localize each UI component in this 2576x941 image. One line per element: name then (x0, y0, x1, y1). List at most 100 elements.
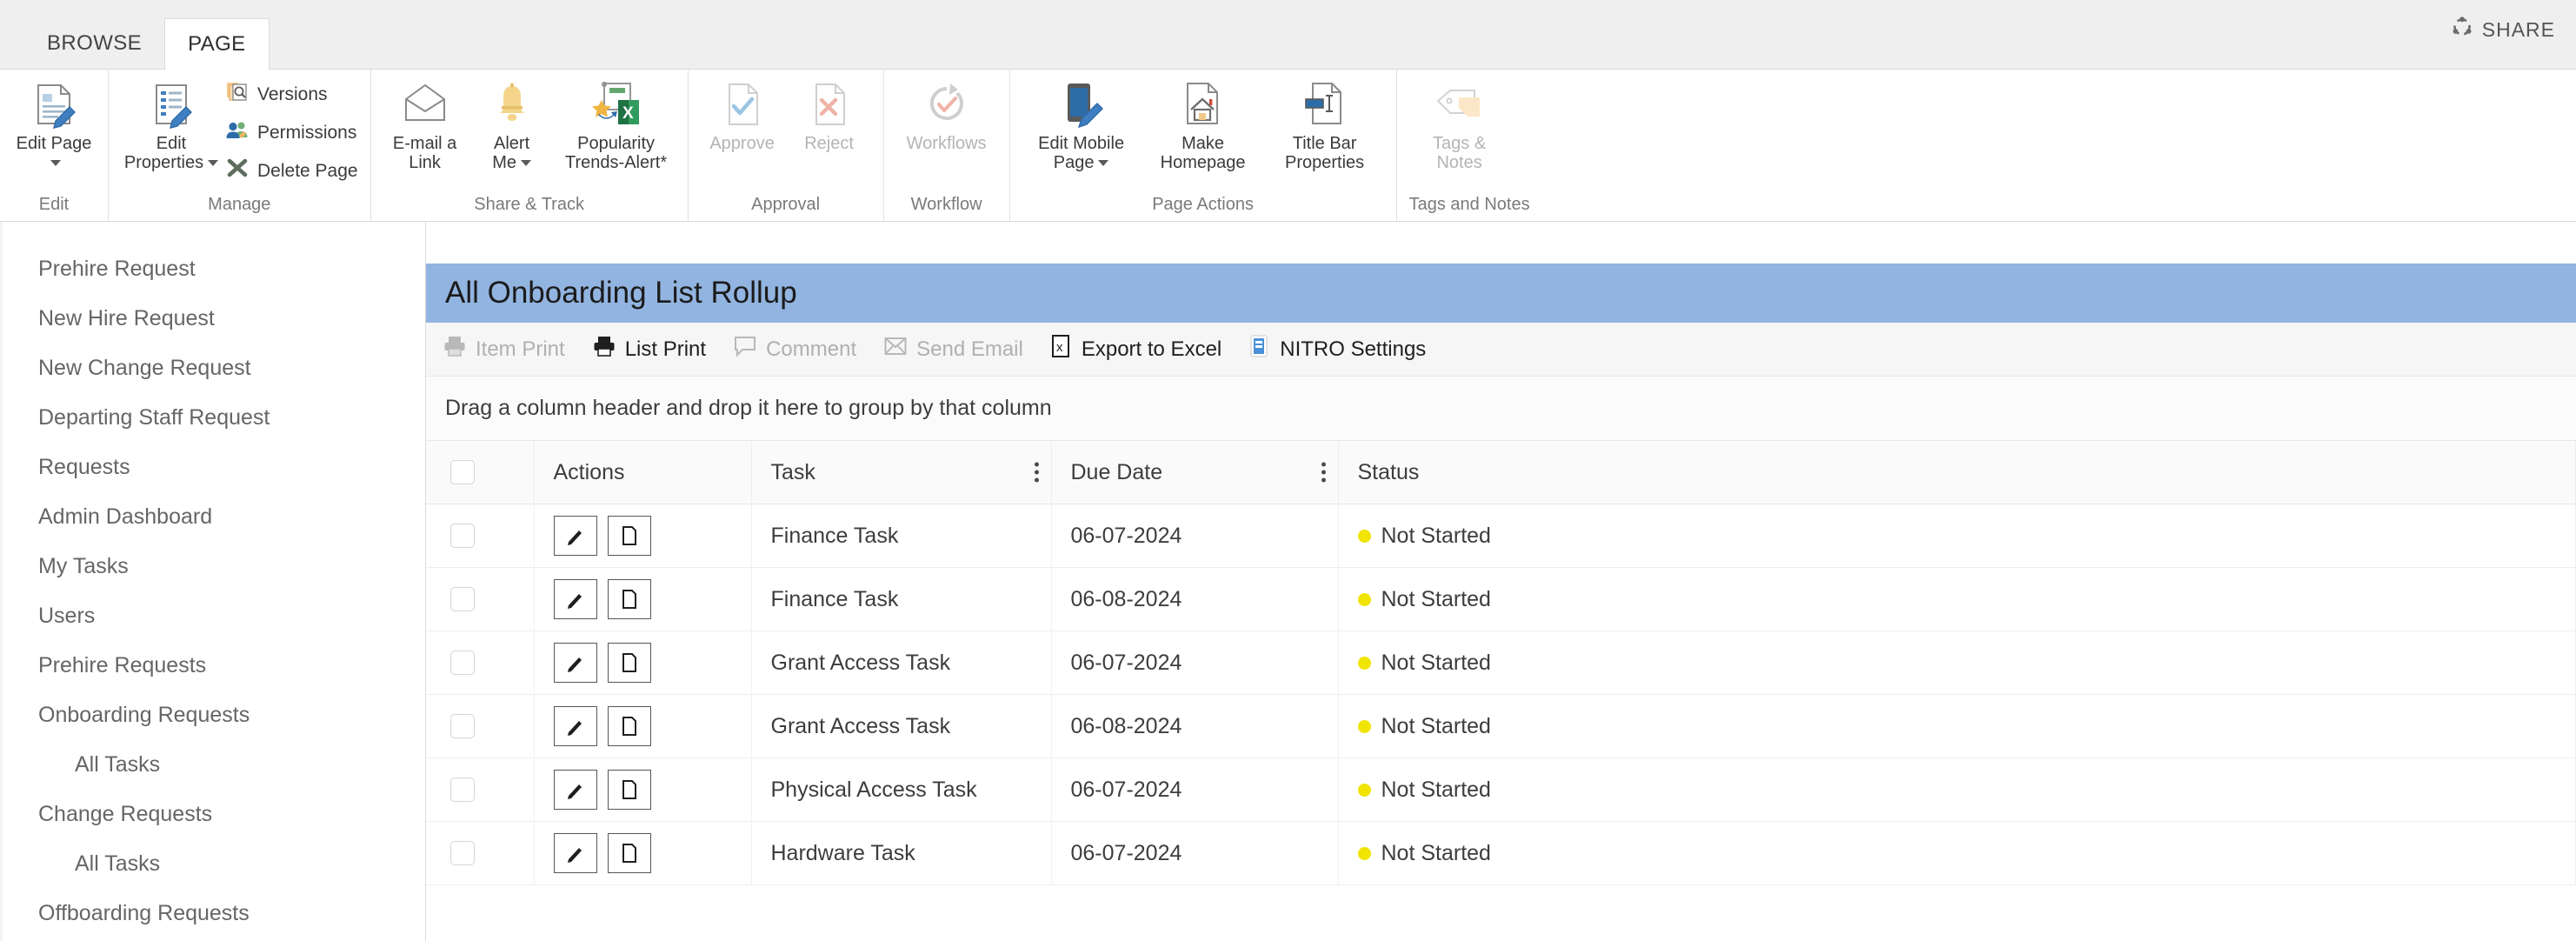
ribbon-group-workflow-label: Workflow (910, 195, 982, 214)
versions-button[interactable]: Versions (225, 80, 358, 110)
export-to-excel-button[interactable]: x Export to Excel (1051, 335, 1237, 364)
table-row[interactable]: Grant Access Task 06-08-2024 Not Started (426, 694, 2576, 758)
view-row-button[interactable] (607, 643, 651, 683)
row-checkbox[interactable] (450, 651, 475, 675)
view-row-button[interactable] (607, 579, 651, 619)
edit-row-button[interactable] (553, 579, 597, 619)
title-bar-properties-button[interactable]: Title Bar Properties (1266, 75, 1384, 172)
row-select-cell[interactable] (426, 504, 535, 568)
row-task-cell: Grant Access Task (751, 694, 1052, 758)
view-row-button[interactable] (607, 706, 651, 746)
ribbon-group-approval-label: Approval (751, 195, 821, 214)
sidebar-item-offboarding-requests[interactable]: Offboarding Requests (0, 889, 425, 938)
edit-row-button[interactable] (553, 770, 597, 810)
view-row-button[interactable] (607, 516, 651, 556)
item-print-button[interactable]: Item Print (443, 336, 581, 363)
edit-page-label: Edit Page (17, 134, 91, 172)
sidebar-item-requests[interactable]: Requests (0, 443, 425, 492)
group-by-dropzone[interactable]: Drag a column header and drop it here to… (426, 377, 2576, 441)
select-all-checkbox[interactable] (450, 460, 475, 484)
row-select-cell[interactable] (426, 567, 535, 631)
sidebar-item-prehire-requests[interactable]: Prehire Requests (0, 641, 425, 691)
sidebar-item-change-all-tasks[interactable]: All Tasks (0, 839, 425, 889)
sidebar-item-admin-dashboard[interactable]: Admin Dashboard (0, 492, 425, 542)
row-due-cell: 06-07-2024 (1051, 504, 1339, 568)
sidebar-item-onboarding-all-tasks[interactable]: All Tasks (0, 740, 425, 790)
permissions-label: Permissions (257, 123, 357, 143)
table-row[interactable]: Finance Task 06-08-2024 Not Started (426, 567, 2576, 631)
chevron-down-icon[interactable] (208, 160, 219, 167)
popularity-trends-icon: X (590, 78, 642, 130)
column-menu-icon[interactable] (1034, 462, 1039, 483)
header-due-date[interactable]: Due Date (1051, 441, 1339, 504)
sidebar-item-my-tasks[interactable]: My Tasks (0, 542, 425, 591)
row-checkbox[interactable] (450, 524, 475, 548)
row-select-cell[interactable] (426, 694, 535, 758)
header-select-all[interactable] (426, 441, 535, 504)
column-menu-icon[interactable] (1321, 462, 1326, 483)
email-a-link-button[interactable]: E-mail a Link (383, 75, 467, 172)
table-row[interactable]: Finance Task 06-07-2024 Not Started (426, 504, 2576, 568)
row-select-cell[interactable] (426, 631, 535, 695)
edit-properties-button[interactable]: Edit Properties (121, 75, 222, 172)
row-select-cell[interactable] (426, 757, 535, 822)
table-row[interactable]: Physical Access Task 06-07-2024 Not Star… (426, 757, 2576, 822)
chevron-down-icon[interactable] (1098, 160, 1109, 167)
sidebar-item-onboarding-requests[interactable]: Onboarding Requests (0, 691, 425, 740)
row-status-cell: Not Started (1338, 694, 2576, 758)
approve-button[interactable]: Approve (701, 75, 784, 153)
make-homepage-button[interactable]: Make Homepage (1144, 75, 1262, 172)
sidebar-item-new-hire-request[interactable]: New Hire Request (0, 294, 425, 344)
alert-me-button[interactable]: Alert Me (470, 75, 554, 172)
status-dot (1357, 783, 1371, 797)
send-email-button[interactable]: Send Email (884, 336, 1039, 363)
nitro-settings-button[interactable]: NITRO Settings (1249, 335, 1441, 364)
ribbon-group-share-track: E-mail a Link Alert Me X Popularity Tren… (371, 70, 689, 221)
row-task-cell: Physical Access Task (751, 757, 1052, 822)
comment-button[interactable]: Comment (734, 336, 872, 363)
tags-and-notes-button[interactable]: Tags & Notes (1409, 75, 1510, 172)
delete-page-button[interactable]: Delete Page (225, 157, 358, 186)
permissions-icon (225, 118, 250, 148)
reject-button[interactable]: Reject (788, 75, 871, 153)
edit-mobile-page-label: Edit Mobile Page (1038, 134, 1125, 172)
sidebar-item-prehire-request[interactable]: Prehire Request (0, 244, 425, 294)
permissions-button[interactable]: Permissions (225, 118, 358, 148)
edit-page-button[interactable]: Edit Page (12, 75, 96, 172)
table-row[interactable]: Grant Access Task 06-07-2024 Not Started (426, 631, 2576, 695)
envelope-icon (884, 336, 907, 363)
row-checkbox[interactable] (450, 587, 475, 611)
tab-page[interactable]: PAGE (164, 18, 270, 70)
row-actions-cell (534, 694, 752, 758)
sidebar-item-change-requests[interactable]: Change Requests (0, 790, 425, 839)
popularity-trends-alert-button[interactable]: X Popularity Trends-Alert* (557, 75, 676, 172)
status-badge: Not Started (1381, 650, 1491, 675)
versions-icon (225, 80, 250, 110)
row-checkbox[interactable] (450, 714, 475, 738)
row-select-cell[interactable] (426, 821, 535, 885)
table-row[interactable]: Hardware Task 06-07-2024 Not Started (426, 821, 2576, 885)
row-checkbox[interactable] (450, 777, 475, 802)
chevron-down-icon[interactable] (520, 160, 531, 167)
workflows-button[interactable]: Workflows (896, 75, 997, 153)
edit-mobile-page-button[interactable]: Edit Mobile Page (1022, 75, 1141, 172)
list-print-button[interactable]: List Print (593, 336, 722, 363)
sidebar-item-departing-staff-request[interactable]: Departing Staff Request (0, 393, 425, 443)
edit-row-button[interactable] (553, 833, 597, 873)
sidebar-item-new-change-request[interactable]: New Change Request (0, 344, 425, 393)
header-task[interactable]: Task (751, 441, 1052, 504)
header-status[interactable]: Status (1338, 441, 2576, 504)
row-checkbox[interactable] (450, 841, 475, 865)
edit-row-button[interactable] (553, 706, 597, 746)
edit-row-button[interactable] (553, 643, 597, 683)
view-row-button[interactable] (607, 833, 651, 873)
edit-row-button[interactable] (553, 516, 597, 556)
sidebar-item-users[interactable]: Users (0, 591, 425, 641)
share-button[interactable]: SHARE (2451, 16, 2555, 43)
excel-icon: x (1051, 335, 1072, 364)
view-row-button[interactable] (607, 770, 651, 810)
ribbon-tabstrip: BROWSE PAGE SHARE (0, 0, 2576, 70)
tab-browse[interactable]: BROWSE (24, 18, 164, 69)
chevron-down-icon[interactable] (50, 160, 62, 167)
make-homepage-label: Make Homepage (1160, 134, 1246, 172)
